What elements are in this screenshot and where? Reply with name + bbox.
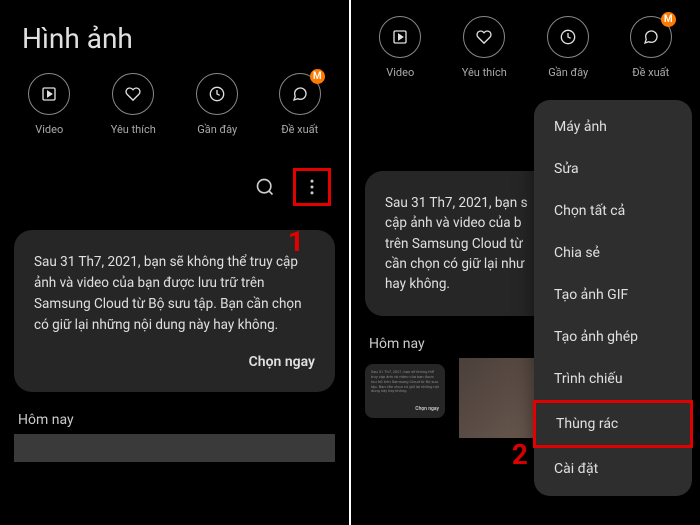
menu-edit[interactable]: Sửa [534, 148, 692, 190]
play-icon [28, 73, 70, 115]
tab-video[interactable]: Video [28, 73, 70, 136]
tab-favorite[interactable]: Yêu thích [111, 73, 156, 136]
app-container: Hình ảnh Video Yêu thích Gần đây M Đề xu… [0, 0, 700, 525]
menu-collage[interactable]: Tạo ảnh ghép [534, 316, 692, 358]
tab-label: Đề xuất [281, 123, 318, 136]
thumbnails [0, 434, 349, 462]
tabs-row: Video Yêu thích Gần đây M Đề xuất [351, 0, 700, 97]
menu-share[interactable]: Chia sẻ [534, 232, 692, 274]
tab-suggest[interactable]: M Đề xuất [630, 16, 672, 79]
menu-gif[interactable]: Tạo ảnh GIF [534, 274, 692, 316]
page-title: Hình ảnh [0, 0, 349, 73]
tab-label: Đề xuất [632, 66, 669, 79]
search-icon[interactable] [251, 173, 279, 201]
tab-label: Gần đây [548, 66, 588, 79]
section-today: Hôm nay [0, 402, 349, 434]
tabs-row: Video Yêu thích Gần đây M Đề xuất [0, 73, 349, 154]
card-text: Sau 31 Th7, 2021, bạn sẽ không thể truy … [34, 252, 315, 336]
chat-icon: M [630, 16, 672, 58]
panel-right: Video Yêu thích Gần đây M Đề xuất Sau 31… [351, 0, 700, 525]
clock-icon [196, 73, 238, 115]
play-icon [379, 16, 421, 58]
tab-label: Video [386, 66, 414, 79]
menu-select-all[interactable]: Chọn tất cả [534, 190, 692, 232]
tab-suggest[interactable]: M Đề xuất [279, 73, 321, 136]
tab-video[interactable]: Video [379, 16, 421, 79]
tab-label: Yêu thích [111, 123, 156, 136]
choose-now-button[interactable]: Chọn ngay [34, 354, 315, 370]
chat-icon: M [279, 73, 321, 115]
step-number-2: 2 [512, 438, 528, 471]
clock-icon [547, 16, 589, 58]
panel-left: Hình ảnh Video Yêu thích Gần đây M Đề xu… [0, 0, 349, 525]
tab-label: Gần đây [197, 123, 237, 136]
heart-icon [112, 73, 154, 115]
tab-label: Yêu thích [462, 66, 507, 79]
tab-recent[interactable]: Gần đây [547, 16, 589, 79]
mini-card: Sau 31 Th7, 2021, bạn sẽ không thể truy … [365, 364, 445, 418]
more-icon[interactable] [298, 173, 326, 201]
badge: M [310, 69, 325, 84]
menu-trash[interactable]: Thùng rác [533, 400, 693, 448]
menu-camera[interactable]: Máy ảnh [534, 106, 692, 148]
thumbnail[interactable] [14, 434, 335, 462]
badge: M [661, 12, 676, 27]
notice-card: Sau 31 Th7, 2021, bạn sẽ không thể truy … [14, 230, 335, 392]
mini-text: Sau 31 Th7, 2021, bạn sẽ không thể truy … [371, 370, 439, 394]
heart-icon [463, 16, 505, 58]
tab-label: Video [35, 123, 63, 136]
menu-settings[interactable]: Cài đặt [534, 448, 692, 490]
overflow-menu: Máy ảnh Sửa Chọn tất cả Chia sẻ Tạo ảnh … [534, 100, 692, 496]
actions-row [0, 154, 349, 220]
mini-btn: Chọn ngay [371, 406, 439, 412]
menu-slideshow[interactable]: Trình chiếu [534, 358, 692, 400]
tab-favorite[interactable]: Yêu thích [462, 16, 507, 79]
highlight-more [293, 168, 331, 206]
step-number-1: 1 [288, 225, 304, 258]
tab-recent[interactable]: Gần đây [196, 73, 238, 136]
